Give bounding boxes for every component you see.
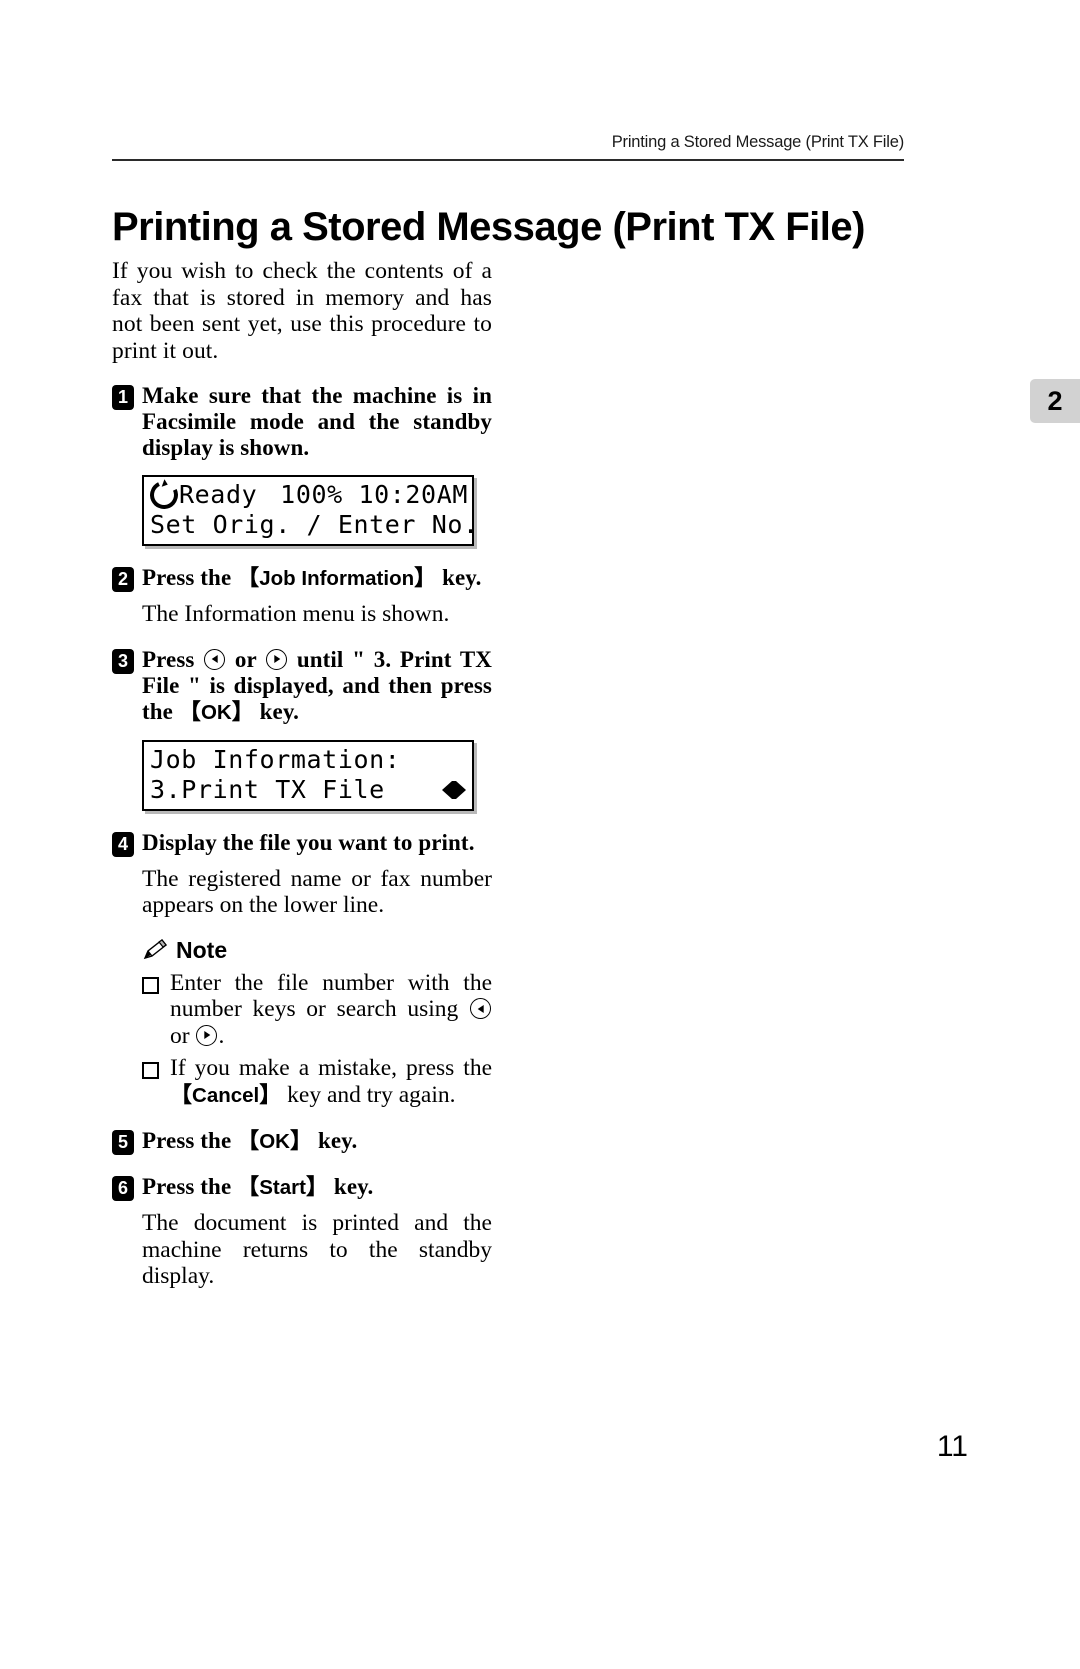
- bracket-open: 【: [237, 1128, 260, 1153]
- running-header: Printing a Stored Message (Print TX File…: [611, 133, 904, 151]
- note-bullet-icon: [142, 976, 159, 994]
- step-3: 3 Press or until " 3. Print TX File " is…: [112, 647, 492, 726]
- header-rule: [112, 159, 904, 161]
- note-heading: Note: [142, 937, 492, 964]
- step-number-badge: 6: [112, 1176, 134, 1201]
- bracket-open: 【: [237, 1174, 260, 1199]
- step-6: 6 Press the 【Start】 key.: [112, 1174, 492, 1201]
- step-2-text-after: key.: [442, 565, 482, 590]
- step-2-text: Press the 【Job Information】 key.: [142, 565, 481, 592]
- lcd-scroll-indicator-icon: [442, 780, 468, 799]
- note-item: Enter the file number with the number ke…: [142, 970, 492, 1050]
- key-ok: OK: [200, 700, 232, 724]
- lcd-menu-line-1: Job Information:: [150, 744, 401, 774]
- step-2: 2 Press the 【Job Information】 key.: [112, 565, 492, 592]
- content-column: If you wish to check the contents of a f…: [112, 258, 492, 1290]
- step-number-badge: 3: [112, 648, 134, 674]
- intro-paragraph: If you wish to check the contents of a f…: [112, 258, 492, 364]
- note-item-1-part-b: or: [170, 1022, 190, 1049]
- note-item-1-part-c: .: [218, 1022, 225, 1049]
- note-item-1-part-a: Enter the file number with the number ke…: [170, 969, 492, 1023]
- lcd-menu-line-2: 3.Print TX File: [150, 775, 468, 805]
- lcd-standby-line-1: Ready 100% 10:20AM: [146, 477, 468, 513]
- page-title: Printing a Stored Message (Print TX File…: [112, 204, 865, 249]
- step-3-text-d: key.: [259, 698, 300, 724]
- arrow-left-icon: [204, 648, 226, 670]
- key-cancel: Cancel: [192, 1083, 260, 1107]
- step-number-badge: 4: [112, 831, 134, 857]
- manual-page: Printing a Stored Message (Print TX File…: [0, 0, 1080, 1669]
- bracket-close: 】: [231, 698, 254, 724]
- page-number: 11: [936, 1430, 968, 1463]
- step-1-text: Make sure that the machine is in Facsimi…: [142, 383, 492, 460]
- arrow-right-icon: [266, 648, 288, 670]
- step-6-text-before: Press the: [142, 1174, 232, 1199]
- step-5-text-before: Press the: [142, 1128, 232, 1153]
- note-bullet-icon: [142, 1062, 159, 1079]
- bracket-open: 【: [178, 698, 201, 724]
- step-1: 1 Make sure that the machine is in Facsi…: [112, 383, 492, 461]
- chapter-tab: 2: [1030, 379, 1080, 423]
- pencil-icon: [142, 939, 168, 961]
- step-5-text: Press the 【OK】 key.: [142, 1128, 357, 1155]
- step-3-text-a: Press: [142, 646, 195, 672]
- bracket-close: 】: [414, 565, 437, 590]
- lcd-standby-display: Ready 100% 10:20AM Set Orig. / Enter No.: [142, 475, 479, 546]
- step-number-badge: 1: [112, 385, 134, 410]
- lcd-menu-display: Job Information: 3.Print TX File: [142, 739, 474, 811]
- key-ok: OK: [259, 1130, 290, 1153]
- lcd-time-value: 10:20AM: [358, 480, 468, 509]
- step-2-text-before: Press the: [142, 565, 232, 590]
- note-item: If you make a mistake, press the 【Cancel…: [142, 1055, 492, 1109]
- bracket-close: 】: [259, 1081, 282, 1107]
- note-label: Note: [176, 936, 228, 963]
- step-3-text-b: or: [234, 646, 257, 672]
- key-job-information: Job Information: [259, 567, 415, 590]
- step-4: 4 Display the file you want to print.: [112, 830, 492, 857]
- step-2-subtext: The Information menu is shown.: [142, 601, 450, 627]
- step-4-text: Display the file you want to print.: [142, 829, 475, 855]
- bracket-open: 【: [170, 1081, 193, 1107]
- step-4-subtext: The registered name or fax number appear…: [142, 865, 492, 919]
- bracket-close: 】: [305, 1174, 329, 1199]
- step-5-text-after: key.: [317, 1128, 358, 1153]
- step-6-text-after: key.: [333, 1174, 374, 1199]
- lcd-standby-line-2: Set Orig. / Enter No.: [150, 510, 479, 539]
- arrow-left-icon: [470, 998, 492, 1019]
- bracket-open: 【: [237, 565, 260, 590]
- note-item-2-text: If you make a mistake, press the 【Cancel…: [170, 1055, 492, 1109]
- step-number-badge: 5: [112, 1130, 134, 1155]
- step-3-text: Press or until " 3. Print TX File " is d…: [142, 647, 492, 726]
- lcd-status-text: Ready: [179, 480, 258, 509]
- lcd-zoom-value: 100%: [280, 480, 343, 509]
- step-5: 5 Press the 【OK】 key.: [112, 1128, 492, 1155]
- lcd-menu-selection: 3.Print TX File: [150, 774, 385, 804]
- note-item-2-part-a: If you make a mistake, press the: [170, 1055, 492, 1081]
- step-number-badge: 2: [112, 567, 134, 592]
- key-start: Start: [259, 1176, 306, 1199]
- cycle-icon: [146, 477, 182, 513]
- arrow-right-icon: [196, 1024, 218, 1046]
- step-6-subtext: The document is printed and the machine …: [142, 1210, 492, 1289]
- note-item-1-text: Enter the file number with the number ke…: [170, 970, 492, 1050]
- note-item-2-part-c: key and try again.: [287, 1081, 456, 1108]
- bracket-close: 】: [289, 1128, 313, 1153]
- step-6-text: Press the 【Start】 key.: [142, 1174, 373, 1201]
